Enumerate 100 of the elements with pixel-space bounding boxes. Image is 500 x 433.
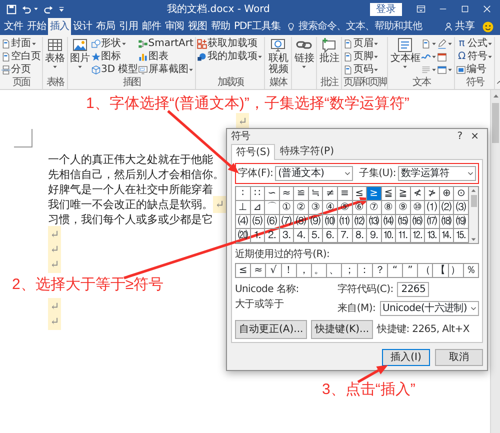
recent-symbol-cell[interactable]: “: [388, 264, 404, 278]
source-dropdown[interactable]: Unicode(十六进制): [380, 301, 479, 316]
recent-symbol-cell[interactable]: （: [418, 264, 434, 278]
symbol-cell[interactable]: ②: [294, 201, 309, 215]
symbol-cell[interactable]: ⒔: [425, 229, 440, 243]
dialog-tab[interactable]: 特殊字符(P): [275, 144, 339, 159]
char-code-field[interactable]: 2265: [397, 282, 430, 297]
ribbon-button[interactable]: 形状: [91, 37, 138, 50]
cancel-button[interactable]: 取消: [435, 349, 483, 366]
ribbon-tab[interactable]: 文件: [2, 18, 25, 35]
symbol-cell[interactable]: ⒒: [396, 229, 411, 243]
symbol-cell[interactable]: ⒃: [410, 215, 426, 229]
symbol-cell[interactable]: ⑿: [352, 215, 368, 229]
ribbon-button[interactable]: 3D 模型: [91, 63, 138, 76]
ribbon-button[interactable]: 批注: [318, 37, 340, 64]
symbol-cell[interactable]: ⒅: [440, 215, 454, 229]
ribbon-button[interactable]: 文本框: [389, 37, 422, 70]
ribbon-button[interactable]: 分页: [1, 63, 41, 76]
symbol-cell[interactable]: ⑽: [323, 215, 338, 229]
ribbon-button[interactable]: 图标: [91, 50, 138, 63]
recent-symbol-cell[interactable]: ”: [403, 264, 418, 278]
help-button[interactable]: ?: [453, 130, 467, 142]
symbol-cell[interactable]: ⒄: [425, 215, 440, 229]
symbol-cell[interactable]: ⒂: [396, 215, 411, 229]
ribbon-button[interactable]: 图片: [69, 37, 91, 70]
ribbon-tab[interactable]: 邮件: [140, 18, 163, 35]
symbol-cell[interactable]: ⒁: [382, 215, 396, 229]
subset-dropdown[interactable]: 数学运算符: [398, 166, 476, 181]
symbol-cell[interactable]: ⒍: [323, 229, 338, 243]
symbol-cell[interactable]: ⑵: [440, 201, 454, 215]
symbol-cell[interactable]: ≥: [367, 187, 382, 201]
symbol-cell[interactable]: ⒀: [367, 215, 382, 229]
ribbon-button[interactable]: 图表: [138, 50, 194, 63]
ribbon-button[interactable]: 联机视频: [266, 37, 290, 75]
ribbon-tab[interactable]: 插入: [48, 18, 71, 35]
symbol-cell[interactable]: ⒓: [410, 229, 426, 243]
ribbon-button[interactable]: 表格: [44, 37, 66, 70]
ribbon-button[interactable]: 页码: [343, 63, 380, 76]
symbol-cell[interactable]: ⑨: [396, 201, 411, 215]
recent-symbol-cell[interactable]: 。: [312, 264, 328, 278]
symbol-cell[interactable]: ⒏: [352, 229, 368, 243]
symbol-cell[interactable]: ⌒: [265, 201, 280, 215]
ribbon-button[interactable]: 链接: [293, 37, 316, 70]
ribbon-button[interactable]: 编号: [456, 63, 494, 76]
symbol-cell[interactable]: ⑩: [410, 201, 426, 215]
recent-symbol-cell[interactable]: ％: [464, 264, 479, 278]
ribbon-tab[interactable]: 设计: [71, 18, 94, 35]
symbol-cell[interactable]: ⊕: [440, 187, 454, 201]
ribbon-button[interactable]: 页眉: [343, 37, 380, 50]
ribbon-tab[interactable]: PDF工具集: [232, 18, 282, 35]
symbol-cell[interactable]: ⒋: [294, 229, 309, 243]
symbol-cell[interactable]: ⒎: [338, 229, 352, 243]
symbol-cell[interactable]: ⒑: [382, 229, 396, 243]
symbol-cell[interactable]: ⑦: [367, 201, 382, 215]
recent-symbol-cell[interactable]: ≈: [251, 264, 266, 278]
recent-symbol-cell[interactable]: ；: [342, 264, 358, 278]
symbol-cell[interactable]: ⑴: [425, 201, 440, 215]
recent-symbol-cell[interactable]: ≤: [236, 264, 252, 278]
symbol-cell[interactable]: ≮: [410, 187, 426, 201]
ribbon-button[interactable]: 封面: [1, 37, 41, 50]
ribbon-button[interactable]: π 公式: [456, 37, 494, 50]
symbol-cell[interactable]: ⑧: [382, 201, 396, 215]
ribbon-button[interactable]: SmartArt: [138, 37, 194, 50]
symbol-cell[interactable]: ≠: [323, 187, 338, 201]
ribbon-button[interactable]: 我的加载项: [197, 50, 264, 63]
ribbon-tab[interactable]: 布局: [94, 18, 117, 35]
sign-in-button[interactable]: 登录: [370, 2, 402, 16]
symbol-cell[interactable]: ∽: [265, 187, 280, 201]
symbol-cell[interactable]: ⑾: [338, 215, 352, 229]
ribbon-button[interactable]: 获取加载项: [197, 37, 264, 50]
symbol-cell[interactable]: ≧: [396, 187, 411, 201]
recent-symbol-cell[interactable]: 【: [433, 264, 449, 278]
symbol-cell[interactable]: ①: [280, 201, 294, 215]
symbol-cell[interactable]: ⒐: [367, 229, 382, 243]
ribbon-tab[interactable]: 审阅: [163, 18, 186, 35]
symbol-cell[interactable]: ⒕: [440, 229, 454, 243]
symbol-cell[interactable]: ⊥: [236, 201, 251, 215]
close-button[interactable]: ×: [466, 130, 483, 142]
dialog-tab[interactable]: 符号(S): [231, 144, 276, 160]
recent-symbol-cell[interactable]: ？: [372, 264, 388, 278]
recent-symbol-cell[interactable]: 、: [327, 264, 342, 278]
symbol-cell[interactable]: ⒌: [308, 229, 324, 243]
autocorrect-button[interactable]: 自动更正(A)...: [235, 320, 308, 339]
font-dropdown[interactable]: (普通文本): [275, 166, 354, 181]
ribbon-tab[interactable]: 开始: [25, 18, 48, 35]
recent-symbol-cell[interactable]: ！: [282, 264, 297, 278]
symbol-cell[interactable]: ∶: [236, 187, 251, 201]
symbol-cell[interactable]: ≈: [280, 187, 294, 201]
ribbon-tab[interactable]: 视图: [186, 18, 209, 35]
symbol-cell[interactable]: ≒: [308, 187, 324, 201]
recent-symbol-cell[interactable]: √: [266, 264, 282, 278]
symbol-cell[interactable]: ⒊: [280, 229, 294, 243]
shortcut-key-button[interactable]: 快捷键(K)...: [311, 320, 374, 339]
symbol-cell[interactable]: ⑷: [236, 215, 251, 229]
insert-button[interactable]: 插入(I): [382, 349, 430, 366]
ribbon-tab[interactable]: 帮助: [209, 18, 232, 35]
recent-symbol-cell[interactable]: ：: [358, 264, 373, 278]
ribbon-button[interactable]: 屏幕截图: [138, 63, 194, 76]
symbol-cell[interactable]: ≡: [338, 187, 352, 201]
symbol-cell[interactable]: ⑸: [250, 215, 266, 229]
